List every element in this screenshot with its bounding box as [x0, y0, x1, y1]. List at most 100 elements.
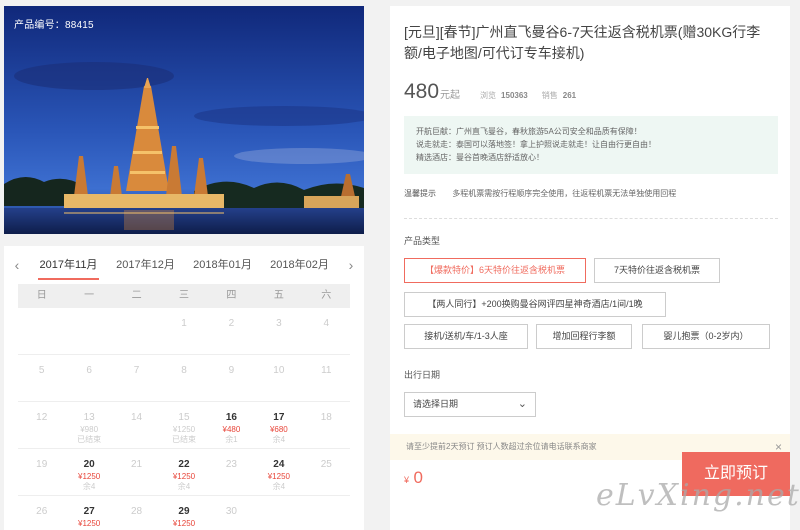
- calendar-day: 30: [208, 496, 255, 530]
- calendar-day: 6: [65, 355, 113, 402]
- promo-line: 说走就走：泰国可以落地签！拿上护照说走就走！让自由行更自由！: [416, 140, 656, 149]
- calendar-day: 23: [207, 449, 256, 496]
- currency-symbol: ¥: [404, 475, 410, 485]
- month-tab[interactable]: 2018年01月: [184, 246, 261, 284]
- tip: 温馨提示 多程机票需按行程顺序完全使用，往返程机票无法单独使用回程: [404, 188, 676, 199]
- views-count: 150363: [501, 91, 528, 100]
- prev-month-arrow-icon[interactable]: ‹: [4, 257, 30, 273]
- calendar-day: 26: [18, 496, 65, 530]
- day-number: 22: [178, 459, 190, 470]
- product-type-option[interactable]: 接机/送机/车/1-3人座: [404, 324, 528, 349]
- date-select[interactable]: 请选择日期 ⌄: [404, 392, 536, 417]
- calendar-day[interactable]: 27 ¥1250: [65, 496, 112, 530]
- calendar-day: 7: [112, 355, 161, 402]
- product-type-option[interactable]: 7天特价往返含税机票: [594, 258, 720, 283]
- month-tab[interactable]: 2018年02月: [261, 246, 338, 284]
- month-tab[interactable]: 2017年11月: [30, 246, 107, 284]
- weekday-label: 三: [178, 290, 189, 301]
- day-number: 13: [83, 412, 95, 423]
- day-number: 6: [86, 365, 92, 376]
- product-type-option[interactable]: 【爆款特价】6天特价往返含税机票: [404, 258, 586, 283]
- calendar-day[interactable]: 20 ¥1250 余4: [65, 449, 113, 496]
- day-number: 9: [228, 365, 235, 376]
- day-number: 25: [320, 459, 332, 470]
- weekday-label: 四: [226, 290, 237, 301]
- day-status: 已结束: [77, 435, 102, 444]
- views-label: 浏览: [480, 91, 497, 100]
- day-number: 4: [323, 318, 330, 329]
- day-number: 15: [178, 412, 190, 423]
- product-photo: 产品编号：88415: [4, 6, 364, 234]
- day-number: 24: [273, 459, 285, 470]
- day-price: ¥980: [80, 425, 99, 434]
- tip-text: 多程机票需按行程顺序完全使用，往返程机票无法单独使用回程: [452, 189, 677, 198]
- calendar-grid: 1 2 3 4 5 6 7 8 9 10 11 12 13 ¥980 已结束 14 15 ¥1250 已结束 16 ¥4…: [18, 308, 350, 530]
- day-price: ¥1250: [78, 472, 101, 481]
- calendar-day[interactable]: 24 ¥1250 余4: [255, 449, 303, 496]
- day-number: 27: [83, 506, 95, 517]
- day-number: 28: [131, 506, 143, 517]
- sales-label: 销售: [541, 91, 558, 100]
- calendar-day[interactable]: 22 ¥1250 余4: [160, 449, 208, 496]
- calendar-day[interactable]: 16 ¥480 余1: [207, 402, 256, 449]
- calendar-day: 21: [112, 449, 161, 496]
- product-type-label: 产品类型: [404, 236, 441, 246]
- next-month-arrow-icon[interactable]: ›: [338, 257, 364, 273]
- day-number: 14: [131, 412, 143, 423]
- day-price: ¥680: [269, 425, 288, 434]
- product-type-option[interactable]: 增加回程行李额: [536, 324, 632, 349]
- day-number: 16: [225, 412, 237, 423]
- promo-line: 开航巨献：广州直飞曼谷，春秋旅游5A公司安全和品质有保障！: [416, 127, 642, 136]
- calendar-day: 28: [113, 496, 160, 530]
- calendar-day: 11: [302, 355, 350, 402]
- calendar-day: 8: [160, 355, 208, 402]
- booking-panel: [元旦][春节]广州直飞曼谷6-7天往返含税机票(赠30KG行李额/电子地图/可…: [390, 6, 790, 530]
- day-status: 余1: [225, 435, 238, 444]
- weekday-label: 六: [321, 290, 332, 301]
- day-price: ¥1250: [172, 519, 196, 528]
- promo-box: 开航巨献：广州直飞曼谷，春秋旅游5A公司安全和品质有保障！ 说走就走：泰国可以落…: [404, 116, 778, 174]
- calendar-day[interactable]: 29 ¥1250: [160, 496, 207, 530]
- day-number: 19: [36, 459, 48, 470]
- price: 480: [404, 80, 440, 103]
- tip-label: 温馨提示: [404, 189, 436, 198]
- day-price: ¥480: [222, 425, 241, 434]
- product-type-option[interactable]: 婴儿抱票（0-2岁内）: [642, 324, 770, 349]
- day-status: 余4: [177, 482, 191, 491]
- day-number: 17: [273, 412, 285, 423]
- day-price: ¥1250: [267, 472, 290, 481]
- day-number: 20: [83, 459, 95, 470]
- month-tab[interactable]: 2017年12月: [107, 246, 184, 284]
- day-number: 29: [178, 506, 190, 517]
- product-title: [元旦][春节]广州直飞曼谷6-7天往返含税机票(赠30KG行李额/电子地图/可…: [404, 24, 761, 61]
- divider: [404, 218, 778, 219]
- product-page: 产品编号：88415 ‹ 2017年11月 2017年12月 2018年01月 …: [0, 0, 800, 530]
- weekday-label: 二: [131, 290, 142, 301]
- calendar-day: 2: [207, 308, 256, 355]
- weekday-label: 五: [273, 290, 284, 301]
- month-tabs: ‹ 2017年11月 2017年12月 2018年01月 2018年02月 ›: [4, 246, 364, 284]
- weekday-header: 日 一 二 三 四 五 六: [18, 284, 350, 308]
- calendar-day: 15 ¥1250 已结束: [160, 402, 208, 449]
- day-number: 30: [225, 506, 237, 517]
- weekday-label: 一: [84, 290, 95, 301]
- total-amount: 0: [413, 468, 423, 487]
- calendar-day: [65, 308, 113, 355]
- calendar-day: 9: [207, 355, 256, 402]
- calendar-day: 13 ¥980 已结束: [65, 402, 113, 449]
- sales-count: 261: [562, 91, 577, 100]
- date-select-value: 请选择日期: [413, 399, 459, 409]
- calendar-day: 4: [302, 308, 350, 355]
- product-type-option[interactable]: 【两人同行】+200换购曼谷网评四星神奇酒店/1间/1晚: [404, 292, 666, 317]
- calendar-day[interactable]: 17 ¥680 余4: [255, 402, 303, 449]
- calendar-day: [255, 496, 302, 530]
- price-row: 480 元起 浏览 150363 销售 261: [404, 80, 590, 104]
- day-number: 1: [181, 318, 187, 329]
- day-number: 3: [276, 318, 282, 329]
- day-number: 10: [273, 365, 285, 376]
- calendar-day: 10: [255, 355, 303, 402]
- day-number: 21: [131, 459, 143, 470]
- day-number: 5: [38, 365, 45, 376]
- day-number: 11: [321, 365, 332, 376]
- day-price: ¥1250: [78, 519, 101, 528]
